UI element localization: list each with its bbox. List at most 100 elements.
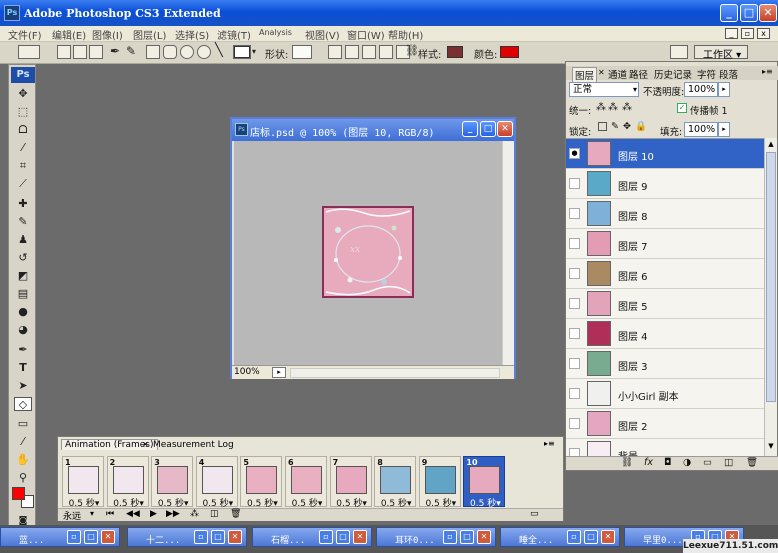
restore-icon[interactable]: ▫	[443, 530, 457, 544]
scroll-up-icon[interactable]: ▲	[766, 140, 776, 150]
document-canvas[interactable]: xx	[234, 141, 502, 365]
pen-tool-icon[interactable]: ✒	[14, 343, 32, 357]
menu-filter[interactable]: 滤镜(T)	[217, 27, 251, 42]
layer-row[interactable]: 图层 4	[566, 319, 764, 349]
layer-row[interactable]: 图层 9	[566, 169, 764, 199]
history-brush-icon[interactable]: ↺	[14, 251, 32, 265]
visibility-toggle[interactable]	[569, 178, 580, 189]
visibility-toggle[interactable]	[569, 388, 580, 399]
close-icon[interactable]: ✕	[477, 530, 491, 544]
tab-character[interactable]: 字符	[697, 67, 716, 81]
close-icon[interactable]: ✕	[353, 530, 367, 544]
new-layer-icon[interactable]: ◫	[724, 457, 733, 468]
opacity-slider-button[interactable]: ▸	[718, 82, 730, 97]
foreground-color-swatch[interactable]	[12, 487, 25, 500]
doc-maximize-button[interactable]: □	[480, 121, 496, 137]
convert-timeline-icon[interactable]: ▭	[530, 509, 539, 519]
close-icon[interactable]: ✕	[101, 530, 115, 544]
visibility-toggle[interactable]	[569, 238, 580, 249]
layer-row[interactable]: 图层 5	[566, 289, 764, 319]
maximize-icon[interactable]: □	[211, 530, 225, 544]
hand-tool-icon[interactable]: ✋	[14, 453, 32, 467]
visibility-toggle[interactable]	[569, 208, 580, 219]
link-icon[interactable]: ⛓	[405, 44, 419, 57]
adjustment-layer-icon[interactable]: ◑	[683, 457, 691, 468]
restore-icon[interactable]: ▫	[319, 530, 333, 544]
chevron-down-icon[interactable]: ▾	[90, 509, 94, 518]
rectangle-shape-icon[interactable]	[146, 45, 160, 59]
delete-layer-icon[interactable]: 🗑	[746, 457, 758, 468]
tab-measurement-log[interactable]: Measurement Log	[153, 440, 234, 450]
ellipse-shape-icon[interactable]	[180, 45, 194, 59]
tab-close-icon[interactable]: ✕	[598, 68, 605, 77]
type-tool-icon[interactable]: T	[14, 361, 32, 375]
menu-image[interactable]: 图像(I)	[92, 27, 123, 42]
visibility-toggle[interactable]	[569, 418, 580, 429]
freeform-pen-icon[interactable]: ✎	[126, 44, 136, 58]
polygon-shape-icon[interactable]	[197, 45, 211, 59]
animation-frame[interactable]: 3 0.5 秒▾	[151, 456, 194, 509]
close-icon[interactable]: ✕	[601, 530, 615, 544]
minimized-document[interactable]: 蓝... ▫ □ ✕	[0, 527, 120, 547]
new-shape-layer-icon[interactable]	[328, 45, 342, 59]
layer-row[interactable]: 图层 3	[566, 349, 764, 379]
panel-menu-icon[interactable]: ▸≡	[544, 439, 555, 448]
close-icon[interactable]: ✕	[228, 530, 242, 544]
subtract-shape-icon[interactable]	[362, 45, 376, 59]
unify-visibility-icon[interactable]: ⁂	[608, 102, 618, 113]
animation-frame[interactable]: 7 0.5 秒▾	[329, 456, 372, 509]
healing-brush-icon[interactable]: ✚	[14, 197, 32, 211]
duplicate-frame-icon[interactable]: ◫	[210, 509, 219, 519]
workspace-button[interactable]: 工作区 ▾	[694, 45, 748, 61]
fill-field[interactable]: 100%	[684, 122, 718, 137]
eraser-tool-icon[interactable]: ◩	[14, 269, 32, 283]
menu-view[interactable]: 视图(V)	[305, 27, 340, 42]
first-frame-icon[interactable]: ⏮	[106, 509, 114, 519]
minimized-document[interactable]: 睡全... ▫ □ ✕	[500, 527, 620, 547]
tab-close-icon[interactable]: ✕	[142, 440, 149, 449]
animation-frame[interactable]: 6 0.5 秒▾	[285, 456, 327, 509]
shape-picker[interactable]	[292, 45, 312, 59]
tab-layers[interactable]: 图层	[572, 67, 598, 82]
layer-mask-icon[interactable]: ◘	[664, 457, 672, 468]
animation-frame[interactable]: 5 0.5 秒▾	[240, 456, 283, 509]
layer-row[interactable]: 图层 8	[566, 199, 764, 229]
chevron-down-icon[interactable]: ▾	[252, 47, 256, 56]
blend-mode-select[interactable]: 正常 ▾	[569, 82, 639, 97]
layer-row[interactable]: 图层 2	[566, 409, 764, 439]
animation-frame[interactable]: 4 0.5 秒▾	[195, 456, 238, 509]
close-button[interactable]: ✕	[759, 4, 777, 22]
rounded-rect-icon[interactable]	[163, 45, 177, 59]
doc-close-button[interactable]: ✕	[497, 121, 513, 137]
move-tool-icon[interactable]: ✥	[14, 87, 32, 101]
animation-frame[interactable]: 2 0.5 秒▾	[106, 456, 149, 509]
new-group-icon[interactable]: ▭	[703, 457, 712, 468]
restore-icon[interactable]: ▫	[567, 530, 581, 544]
opacity-field[interactable]: 100%	[684, 82, 718, 97]
lock-all-icon[interactable]: 🔒	[635, 121, 647, 132]
visibility-toggle[interactable]	[569, 358, 580, 369]
loop-select[interactable]: 永远	[63, 509, 81, 522]
minimized-document[interactable]: 耳环0... ▫ □ ✕	[376, 527, 496, 547]
lock-position-icon[interactable]: ✥	[623, 121, 631, 132]
magic-wand-icon[interactable]: ⁄	[14, 141, 32, 155]
restore-icon[interactable]: ▫	[194, 530, 208, 544]
blur-tool-icon[interactable]: ●	[14, 305, 32, 319]
menu-help[interactable]: 帮助(H)	[388, 27, 423, 42]
visibility-toggle[interactable]	[569, 298, 580, 309]
layer-row[interactable]: 图层 6	[566, 259, 764, 289]
zoom-tool-icon[interactable]: ⚲	[14, 471, 32, 485]
animation-frame[interactable]: 9 0.5 秒▾	[418, 456, 461, 509]
tab-paragraph[interactable]: 段落	[719, 67, 738, 81]
propagate-frame-checkbox[interactable]: ✓	[677, 103, 687, 113]
play-icon[interactable]: ▶	[150, 509, 157, 519]
scroll-down-icon[interactable]: ▼	[766, 442, 776, 452]
marquee-tool-icon[interactable]: ⬚	[14, 105, 32, 119]
file-browser-icon[interactable]	[670, 45, 688, 59]
scroll-thumb[interactable]	[766, 152, 776, 402]
restore-icon[interactable]: ▫	[67, 530, 81, 544]
color-swatch[interactable]	[500, 46, 519, 58]
delete-frame-icon[interactable]: 🗑	[230, 509, 241, 519]
slice-tool-icon[interactable]: ⟋	[14, 177, 32, 191]
notes-tool-icon[interactable]: ▭	[14, 417, 32, 431]
